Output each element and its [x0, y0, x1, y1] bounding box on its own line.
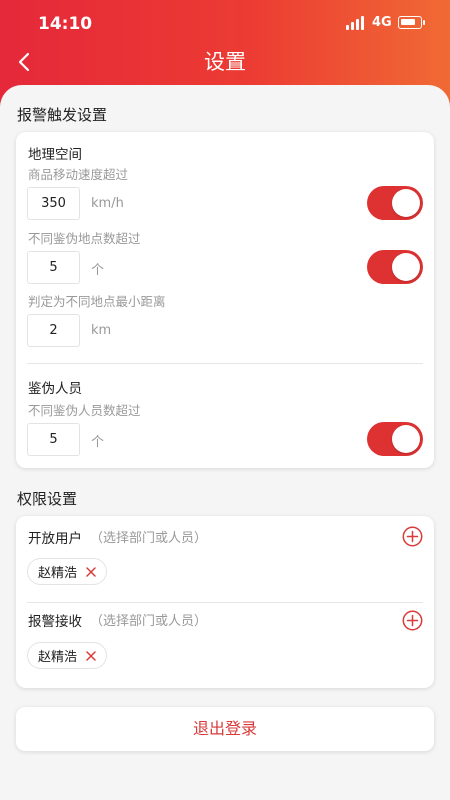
- alarm-receivers-title: 报警接收: [28, 614, 82, 630]
- status-time: 14:10: [38, 14, 93, 34]
- alarm-receivers-add-button[interactable]: [402, 610, 423, 631]
- alarm-receivers-chip[interactable]: 赵精浩: [27, 642, 108, 669]
- permission-divider: [27, 602, 423, 603]
- logout-button[interactable]: 退出登录: [16, 707, 434, 751]
- speed-toggle[interactable]: [367, 186, 423, 220]
- network-label: 4G: [372, 15, 392, 30]
- speed-unit: km/h: [91, 196, 124, 211]
- alarm-receivers-subtitle: （选择部门或人员）: [90, 614, 208, 629]
- staff-count-toggle[interactable]: [367, 422, 423, 456]
- card-divider: [27, 363, 423, 364]
- speed-hint: 商品移动速度超过: [28, 167, 129, 182]
- locations-toggle[interactable]: [367, 250, 423, 284]
- staff-count-input[interactable]: 5: [27, 423, 80, 456]
- status-bar: 14:10 4G: [0, 0, 450, 48]
- open-users-chip[interactable]: 赵精浩: [27, 558, 108, 585]
- distance-unit: km: [91, 323, 112, 338]
- open-users-subtitle: （选择部门或人员）: [90, 531, 208, 546]
- signal-icon: [346, 16, 368, 30]
- page-title: 设置: [204, 50, 246, 74]
- permission-section-label: 权限设置: [17, 490, 78, 508]
- locations-input[interactable]: 5: [27, 251, 80, 284]
- alarm-section-label: 报警触发设置: [17, 106, 108, 124]
- distance-hint: 判定为不同地点最小距离: [28, 294, 166, 309]
- remove-icon[interactable]: [86, 566, 96, 577]
- settings-content: 报警触发设置 地理空间 商品移动速度超过 350 km/h 不同鉴伪地点数超过 …: [0, 85, 450, 800]
- staff-group-title: 鉴伪人员: [28, 381, 82, 397]
- speed-input[interactable]: 350: [27, 187, 80, 220]
- open-users-title: 开放用户: [28, 531, 82, 547]
- plus-circle-icon: [402, 526, 423, 547]
- chip-label: 赵精浩: [38, 650, 78, 665]
- staff-count-unit: 个: [91, 435, 105, 450]
- permission-card: 开放用户 （选择部门或人员） 赵精浩 报警接收 （选择部门或人员） 赵精浩: [16, 516, 434, 688]
- locations-unit: 个: [91, 263, 105, 278]
- distance-input[interactable]: 2: [27, 314, 80, 347]
- locations-hint: 不同鉴伪地点数超过: [28, 231, 141, 246]
- staff-count-hint: 不同鉴伪人员数超过: [28, 403, 141, 418]
- open-users-add-button[interactable]: [402, 526, 423, 547]
- battery-icon: [398, 16, 425, 29]
- remove-icon[interactable]: [86, 650, 96, 661]
- plus-circle-icon: [402, 610, 423, 631]
- alarm-settings-card: 地理空间 商品移动速度超过 350 km/h 不同鉴伪地点数超过 5 个 判定为…: [16, 132, 434, 468]
- chip-label: 赵精浩: [38, 566, 78, 581]
- geo-group-title: 地理空间: [28, 147, 82, 163]
